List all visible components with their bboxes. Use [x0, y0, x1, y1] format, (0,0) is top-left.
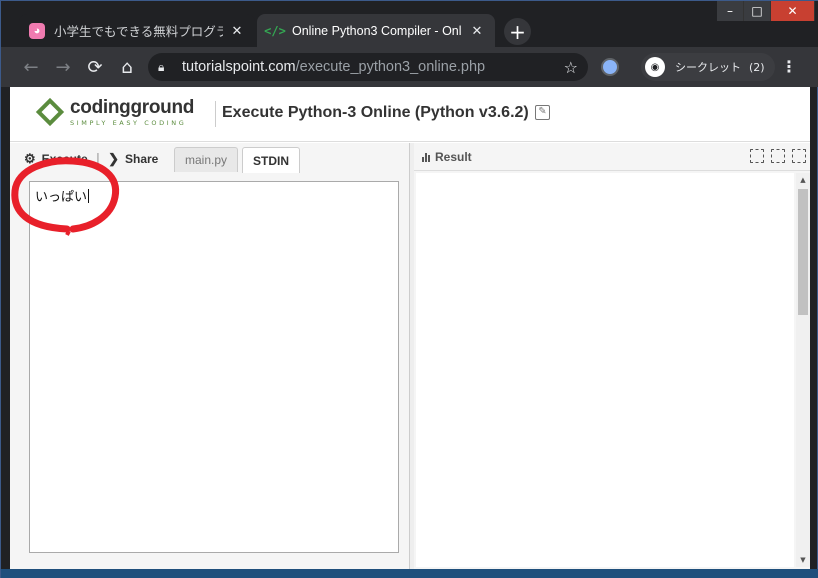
incognito-indicator[interactable]: ◉ シークレット (2): [641, 53, 775, 81]
result-pane: Result ▲ ▼: [414, 143, 810, 569]
code-icon: </>: [264, 23, 286, 38]
edit-icon[interactable]: ✎: [535, 105, 550, 120]
page-title: Execute Python-3 Online (Python v3.6.2): [222, 104, 529, 121]
result-header: Result: [422, 150, 472, 164]
text-caret: [88, 189, 90, 203]
tab-title: Online Python3 Compiler - Onl: [292, 23, 462, 38]
workspace: ⚙ Execute | ❯ Share main.py STDIN いっぱい R…: [10, 143, 810, 569]
result-scrollbar[interactable]: ▲ ▼: [796, 173, 810, 567]
pig-icon: ◕: [29, 22, 45, 39]
header-divider: [215, 101, 216, 127]
incognito-label: シークレット: [675, 61, 741, 74]
scroll-down-icon[interactable]: ▼: [796, 553, 810, 567]
tab-online-python3-compiler[interactable]: </> Online Python3 Compiler - Onl ✕: [257, 14, 495, 47]
incognito-count: (2): [749, 60, 765, 74]
tab-stdin[interactable]: STDIN: [242, 147, 300, 173]
browser-menu-icon[interactable]: ⋮: [781, 57, 797, 76]
browser-toolbar: ← → ⟳ ⌂ 🔒︎ tutorialspoint.com/execute_py…: [1, 47, 818, 87]
execute-label: Execute: [41, 152, 88, 166]
stdin-input[interactable]: いっぱい: [29, 181, 399, 553]
window-controls: – □ ✕: [717, 1, 815, 23]
result-toolbar: Result: [414, 143, 810, 171]
home-button[interactable]: ⌂: [111, 51, 143, 83]
share-button[interactable]: ❯ Share: [108, 147, 158, 171]
editor-pane: ⚙ Execute | ❯ Share main.py STDIN いっぱい: [10, 143, 410, 569]
close-window-button[interactable]: ✕: [771, 1, 815, 21]
logo-tagline: SIMPLY EASY CODING: [70, 118, 187, 127]
result-label: Result: [435, 149, 472, 164]
editor-toolbar: ⚙ Execute | ❯ Share main.py STDIN: [10, 143, 409, 173]
tab-strip: ◕ 小学生でもできる無料プログラミ ✕ </> Online Python3 C…: [1, 1, 818, 47]
incognito-icon: ◉: [645, 57, 665, 77]
forward-button[interactable]: →: [47, 51, 79, 83]
minimize-button[interactable]: –: [717, 1, 744, 21]
toolbar-divider: |: [95, 151, 101, 167]
url-path: /execute_python3_online.php: [295, 59, 486, 75]
codingground-logo[interactable]: codingground SIMPLY EASY CODING: [34, 96, 194, 128]
reload-button[interactable]: ⟳: [79, 51, 111, 83]
taskbar-strip: [1, 569, 818, 578]
gear-icon: ⚙: [24, 151, 36, 166]
url-text[interactable]: tutorialspoint.com/execute_python3_onlin…: [182, 59, 564, 75]
close-icon[interactable]: ✕: [229, 23, 245, 39]
back-button[interactable]: ←: [15, 51, 47, 83]
lock-icon: 🔒︎: [158, 59, 165, 74]
url-host: tutorialspoint.com: [182, 59, 296, 75]
result-output: [416, 173, 794, 567]
web-page: codingground SIMPLY EASY CODING Execute …: [10, 87, 810, 569]
share-chevron-icon: ❯: [108, 151, 119, 166]
extension-icon[interactable]: [601, 58, 619, 76]
scroll-up-icon[interactable]: ▲: [796, 173, 810, 187]
address-bar[interactable]: 🔒︎ tutorialspoint.com/execute_python3_on…: [148, 53, 588, 81]
tab-main-py[interactable]: main.py: [174, 147, 238, 172]
maximize-button[interactable]: □: [744, 1, 771, 21]
browser-window: ◕ 小学生でもできる無料プログラミ ✕ </> Online Python3 C…: [0, 0, 818, 578]
restore-icon[interactable]: [771, 149, 785, 163]
scroll-thumb[interactable]: [798, 189, 808, 315]
logo-mark-icon: [34, 96, 66, 128]
tab-title: 小学生でもできる無料プログラミ: [54, 25, 223, 39]
collapse-icon[interactable]: [750, 149, 764, 163]
bookmark-star-icon[interactable]: ☆: [564, 58, 578, 77]
share-label: Share: [124, 152, 159, 166]
pane-controls: [743, 149, 806, 163]
close-icon[interactable]: ✕: [469, 23, 485, 39]
new-tab-button[interactable]: +: [504, 18, 531, 45]
stdin-text: いっぱい: [35, 190, 88, 205]
tab-shogakusei[interactable]: ◕ 小学生でもできる無料プログラミ ✕: [19, 14, 255, 47]
execute-button[interactable]: ⚙ Execute: [24, 147, 88, 171]
bar-chart-icon: [422, 152, 431, 162]
fullscreen-icon[interactable]: [792, 149, 806, 163]
logo-name: codingground: [70, 96, 195, 118]
page-header: codingground SIMPLY EASY CODING Execute …: [10, 87, 810, 142]
